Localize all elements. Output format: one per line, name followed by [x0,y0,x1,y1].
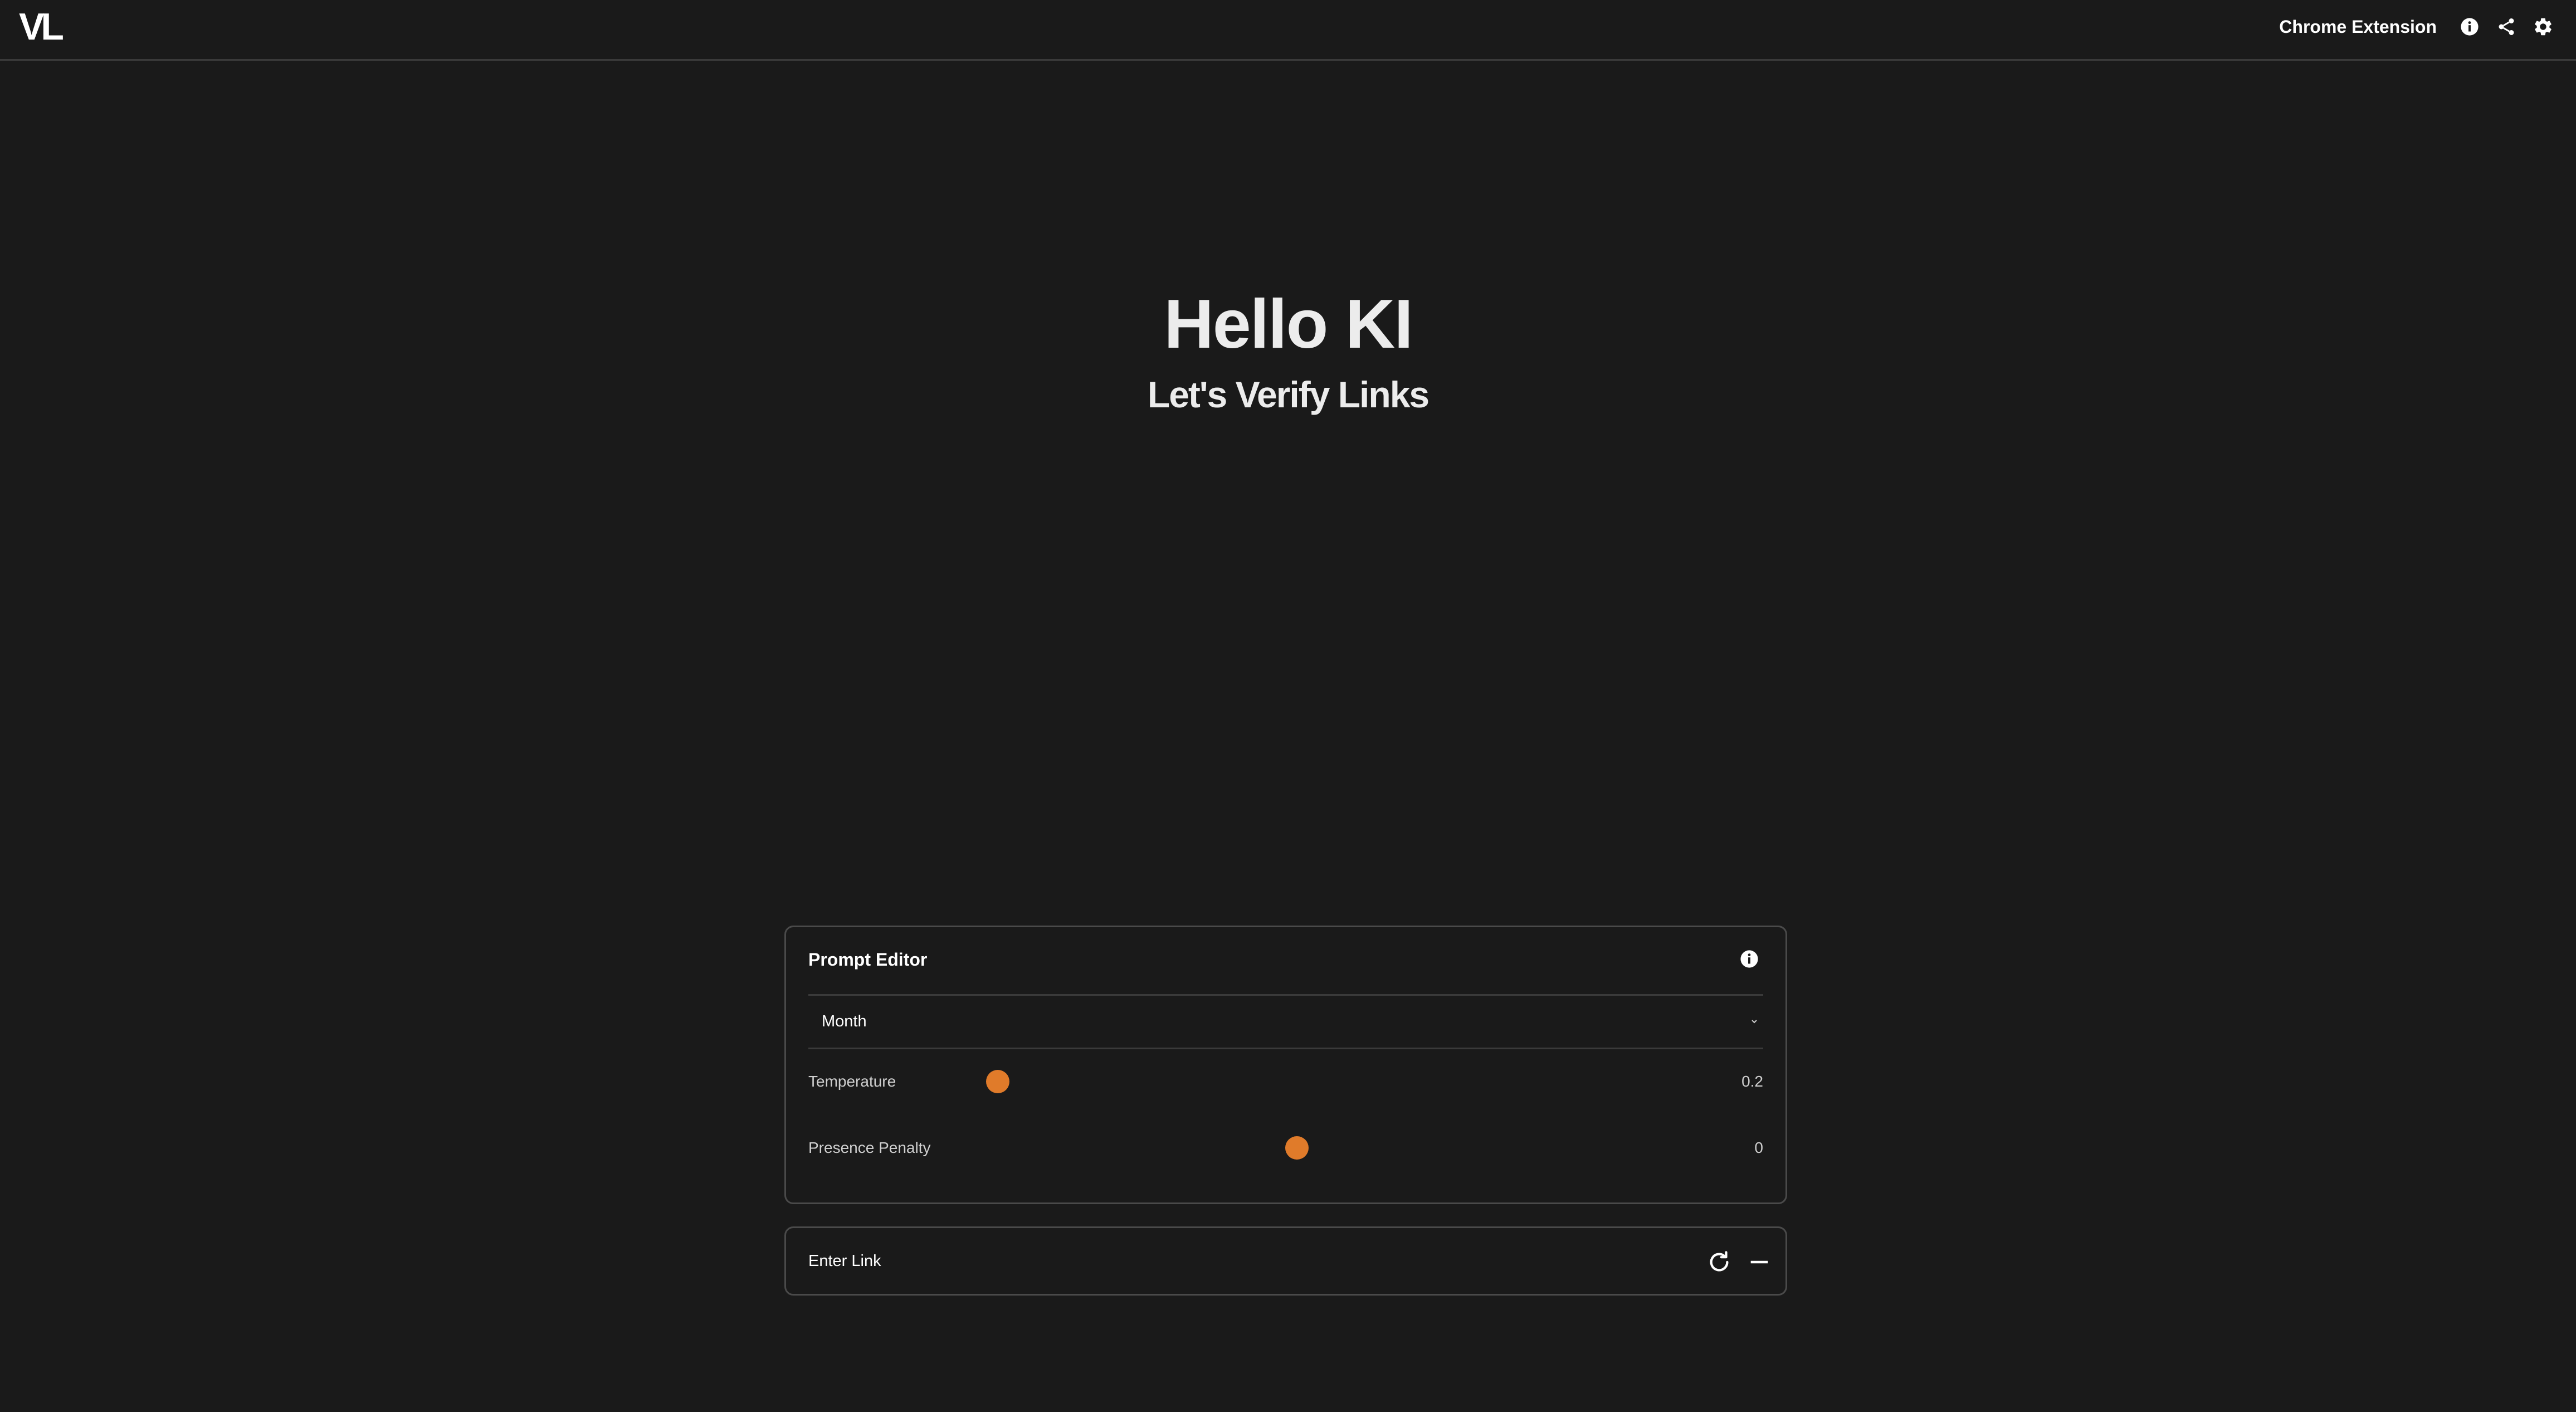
gear-icon[interactable] [2533,16,2554,37]
temperature-slider-row: Temperature 0.2 [808,1065,1763,1098]
prompt-editor-header: Prompt Editor [808,927,1763,996]
presence-penalty-value: 0 [1754,1139,1763,1156]
share-icon[interactable] [2496,16,2517,37]
logo[interactable]: VL [19,8,64,46]
link-input-bar [784,1226,1787,1296]
info-icon[interactable] [2459,16,2480,37]
topbar-actions: Chrome Extension [2279,13,2554,40]
presence-penalty-slider-thumb[interactable] [1285,1136,1309,1160]
temperature-slider[interactable] [986,1065,1596,1098]
hero-title: Hello KI [1164,286,1413,363]
temperature-label: Temperature [808,1073,896,1090]
presence-penalty-label: Presence Penalty [808,1139,931,1156]
prompt-editor-title: Prompt Editor [808,950,928,970]
period-select-value: Month [822,1012,867,1030]
presence-penalty-slider-row: Presence Penalty 0 [808,1131,1763,1165]
temperature-slider-thumb[interactable] [986,1070,1009,1093]
temperature-value: 0.2 [1741,1073,1763,1090]
prompt-editor-panel: Prompt Editor Month Temperature 0.2 Pres… [784,926,1787,1204]
minus-icon[interactable] [1746,1249,1772,1275]
hero-subtitle: Let's Verify Links [1147,374,1430,415]
chevron-down-icon [1748,1015,1761,1028]
info-icon[interactable] [1740,950,1761,971]
chrome-extension-link[interactable]: Chrome Extension [2279,17,2437,37]
top-bar: VL Chrome Extension [0,0,2576,61]
period-select[interactable]: Month [808,996,1763,1049]
link-input[interactable] [808,1228,1644,1294]
presence-penalty-slider[interactable] [998,1131,1596,1165]
refresh-icon[interactable] [1706,1249,1732,1275]
